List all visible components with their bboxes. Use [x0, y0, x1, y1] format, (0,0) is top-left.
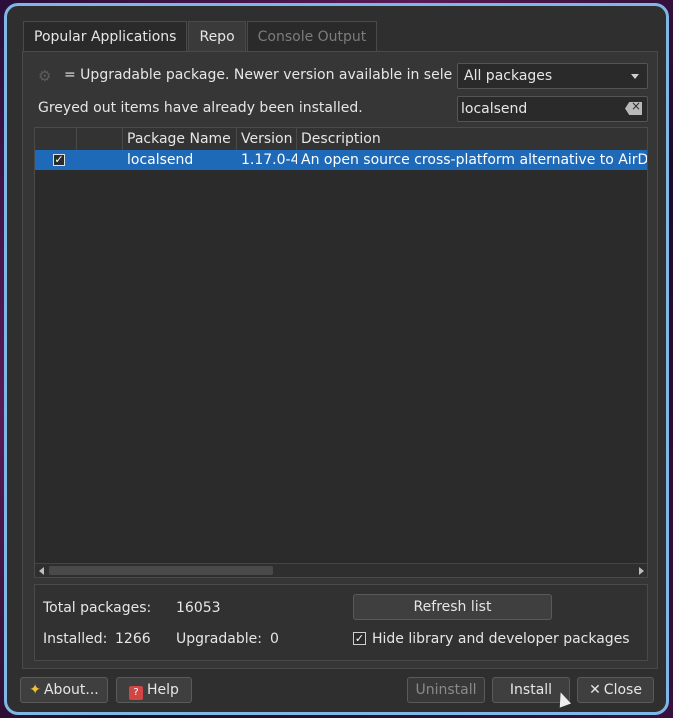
- scrollbar-thumb[interactable]: [49, 566, 273, 575]
- scroll-right-icon[interactable]: [639, 567, 644, 575]
- hide-library-checkbox[interactable]: ✓: [353, 632, 366, 645]
- tab-bar: Popular Applications Repo Console Output: [23, 21, 378, 52]
- total-packages-value: 16053: [176, 600, 221, 616]
- help-label: Help: [147, 682, 179, 698]
- close-label: Close: [603, 682, 642, 698]
- upgradable-value: 0: [270, 631, 279, 647]
- close-icon: ✕: [589, 682, 601, 698]
- tab-repo[interactable]: Repo: [188, 21, 246, 52]
- row-description: An open source cross-platform alternativ…: [301, 152, 647, 168]
- table-header: Package Name Version Description: [35, 128, 647, 150]
- filter-row: ⚙ = Upgradable package. Newer version av…: [34, 63, 648, 89]
- stats-box: Total packages: 16053 Installed: 1266 Up…: [34, 584, 648, 661]
- column-header-version[interactable]: Version: [237, 128, 297, 150]
- installed-value: 1266: [115, 631, 151, 647]
- table-row[interactable]: ✓ localsend 1.17.0-4 An open source cros…: [35, 150, 647, 170]
- upgradable-legend: = Upgradable package. Newer version avai…: [64, 67, 453, 83]
- package-filter-select[interactable]: All packages: [457, 63, 648, 89]
- tab-popular-applications[interactable]: Popular Applications: [23, 21, 188, 51]
- row-version: 1.17.0-4: [241, 152, 297, 168]
- row-checkbox[interactable]: ✓: [53, 154, 65, 166]
- search-input[interactable]: [457, 96, 648, 122]
- horizontal-scrollbar[interactable]: [35, 563, 647, 577]
- row-package-name: localsend: [127, 152, 194, 168]
- column-header-description[interactable]: Description: [297, 128, 647, 150]
- hide-library-label: Hide library and developer packages: [372, 631, 630, 647]
- close-button[interactable]: ✕ Close: [577, 677, 654, 703]
- package-table: Package Name Version Description ✓ local…: [34, 127, 648, 578]
- package-filter-value: All packages: [464, 68, 553, 84]
- chevron-down-icon: [631, 74, 639, 79]
- gear-icon: ⚙: [38, 67, 52, 85]
- upgradable-label: Upgradable:: [176, 631, 262, 647]
- scroll-left-icon[interactable]: [39, 567, 44, 575]
- total-packages-label: Total packages:: [43, 600, 152, 616]
- repo-panel: ⚙ = Upgradable package. Newer version av…: [22, 51, 658, 669]
- tab-console-output: Console Output: [246, 21, 378, 51]
- installed-hint: Greyed out items have already been insta…: [38, 100, 363, 116]
- column-header-package-name[interactable]: Package Name: [123, 128, 237, 150]
- about-label: About...: [43, 682, 99, 698]
- help-icon: ?: [129, 686, 144, 700]
- installed-label: Installed:: [43, 631, 108, 647]
- help-button[interactable]: ? Help: [116, 677, 192, 703]
- search-row: Greyed out items have already been insta…: [34, 96, 648, 122]
- sparkle-icon: ✦: [29, 682, 41, 698]
- about-button[interactable]: ✦ About...: [20, 677, 108, 703]
- row-checkbox-cell: ✓: [35, 150, 77, 170]
- column-header-check[interactable]: [35, 128, 77, 150]
- column-header-status[interactable]: [77, 128, 123, 150]
- uninstall-button: Uninstall: [407, 677, 485, 703]
- refresh-list-button[interactable]: Refresh list: [353, 594, 552, 620]
- package-installer-window: Popular Applications Repo Console Output…: [4, 3, 669, 715]
- row-status-cell: [77, 150, 123, 170]
